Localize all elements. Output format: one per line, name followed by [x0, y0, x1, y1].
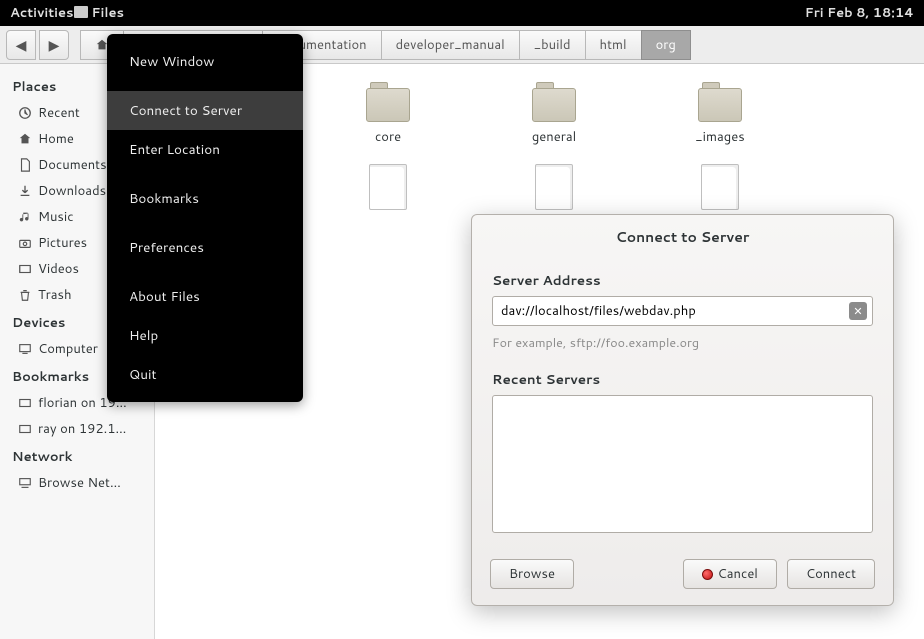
cancel-button[interactable]: Cancel: [683, 559, 777, 589]
clock[interactable]: Fri Feb 8, 18:14: [805, 4, 914, 22]
network-heading: Network: [0, 442, 154, 470]
menu-bookmarks[interactable]: Bookmarks: [107, 179, 303, 218]
back-button[interactable]: ◀: [6, 30, 36, 60]
folder-item[interactable]: core: [333, 82, 443, 146]
sidebar-item-label: Music: [38, 208, 74, 226]
sidebar-item-label: Pictures: [38, 234, 87, 252]
path-seg[interactable]: developer_manual: [381, 30, 520, 60]
folder-icon: [530, 82, 578, 122]
menu-preferences[interactable]: Preferences: [107, 228, 303, 267]
top-bar: Activities Files Fri Feb 8, 18:14: [0, 0, 924, 26]
folder-item[interactable]: general: [499, 82, 609, 146]
cancel-icon: [702, 569, 713, 580]
browse-button[interactable]: Browse: [490, 559, 574, 589]
sidebar-item-label: Recent: [38, 104, 80, 122]
video-icon: [18, 262, 32, 276]
file-item[interactable]: [333, 164, 443, 234]
sidebar-item-label: ray on 192.1…: [38, 420, 126, 438]
server-address-label: Server Address: [492, 271, 873, 290]
menu-new-window[interactable]: New Window: [107, 42, 303, 81]
sidebar-item-label: Videos: [38, 260, 79, 278]
camera-icon: [18, 236, 32, 250]
network-icon: [18, 476, 32, 490]
sidebar-item-bookmark[interactable]: ray on 192.1…: [0, 416, 154, 442]
path-seg[interactable]: html: [585, 30, 642, 60]
path-seg-current[interactable]: org: [641, 30, 691, 60]
sidebar-item-label: Home: [38, 130, 74, 148]
file-icon: [701, 164, 739, 210]
folder-item[interactable]: _images: [665, 82, 775, 146]
menu-quit[interactable]: Quit: [107, 355, 303, 394]
menu-about[interactable]: About Files: [107, 277, 303, 316]
app-menu: New Window Connect to Server Enter Locat…: [107, 34, 303, 402]
file-icon: [535, 164, 573, 210]
file-label: _images: [695, 128, 744, 146]
trash-icon: [18, 288, 32, 302]
computer-icon: [18, 342, 32, 356]
menu-help[interactable]: Help: [107, 316, 303, 355]
button-label: Cancel: [718, 565, 758, 583]
forward-button[interactable]: ▶: [39, 30, 69, 60]
connect-button[interactable]: Connect: [787, 559, 875, 589]
remote-icon: [18, 396, 32, 410]
sidebar-item-browse-network[interactable]: Browse Net…: [0, 470, 154, 496]
address-hint: For example, sftp://foo.example.org: [492, 334, 873, 352]
download-icon: [18, 184, 32, 198]
file-label: core: [375, 128, 401, 146]
sidebar-item-label: Documents: [38, 156, 107, 174]
folder-icon: [364, 82, 412, 122]
app-menu-button[interactable]: Files: [92, 4, 124, 22]
activities-button[interactable]: Activities: [10, 4, 74, 22]
recent-servers-list[interactable]: [492, 395, 873, 533]
dialog-title: Connect to Server: [472, 215, 893, 255]
server-address-input[interactable]: [492, 296, 873, 326]
menu-connect-to-server[interactable]: Connect to Server: [107, 91, 303, 130]
document-icon: [18, 158, 32, 172]
file-icon: [369, 164, 407, 210]
sidebar-item-label: Browse Net…: [38, 474, 121, 492]
sidebar-item-label: Trash: [38, 286, 72, 304]
path-seg[interactable]: _build: [519, 30, 586, 60]
home-icon: [18, 132, 32, 146]
recent-servers-label: Recent Servers: [492, 370, 873, 389]
clear-input-button[interactable]: ✕: [849, 302, 867, 320]
remote-icon: [18, 422, 32, 436]
sidebar-item-label: Computer: [38, 340, 98, 358]
music-icon: [18, 210, 32, 224]
folder-icon: [696, 82, 744, 122]
clock-icon: [18, 106, 32, 120]
file-label: general: [532, 128, 576, 146]
menu-enter-location[interactable]: Enter Location: [107, 130, 303, 169]
sidebar-item-label: Downloads: [38, 182, 106, 200]
connect-to-server-dialog: Connect to Server Server Address ✕ For e…: [471, 214, 894, 606]
